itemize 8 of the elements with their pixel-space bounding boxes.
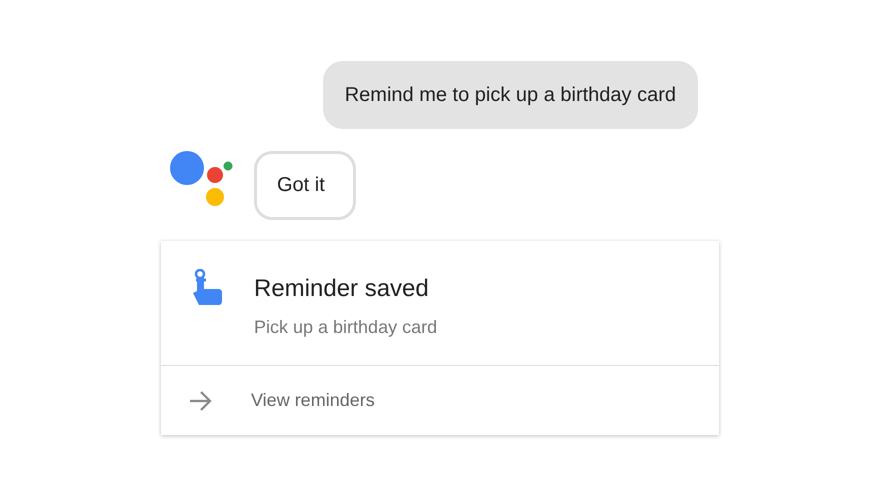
arrow-right-icon [189,390,213,412]
card-subtitle: Pick up a birthday card [254,317,438,338]
finger-with-string-icon [191,269,223,305]
assistant-reply: Got it [254,151,356,220]
view-reminders-link[interactable]: View reminders [161,366,719,435]
card-title: Reminder saved [254,275,430,303]
assistant-logo-icon [170,151,233,207]
user-message: Remind me to pick up a birthday card [322,61,698,129]
